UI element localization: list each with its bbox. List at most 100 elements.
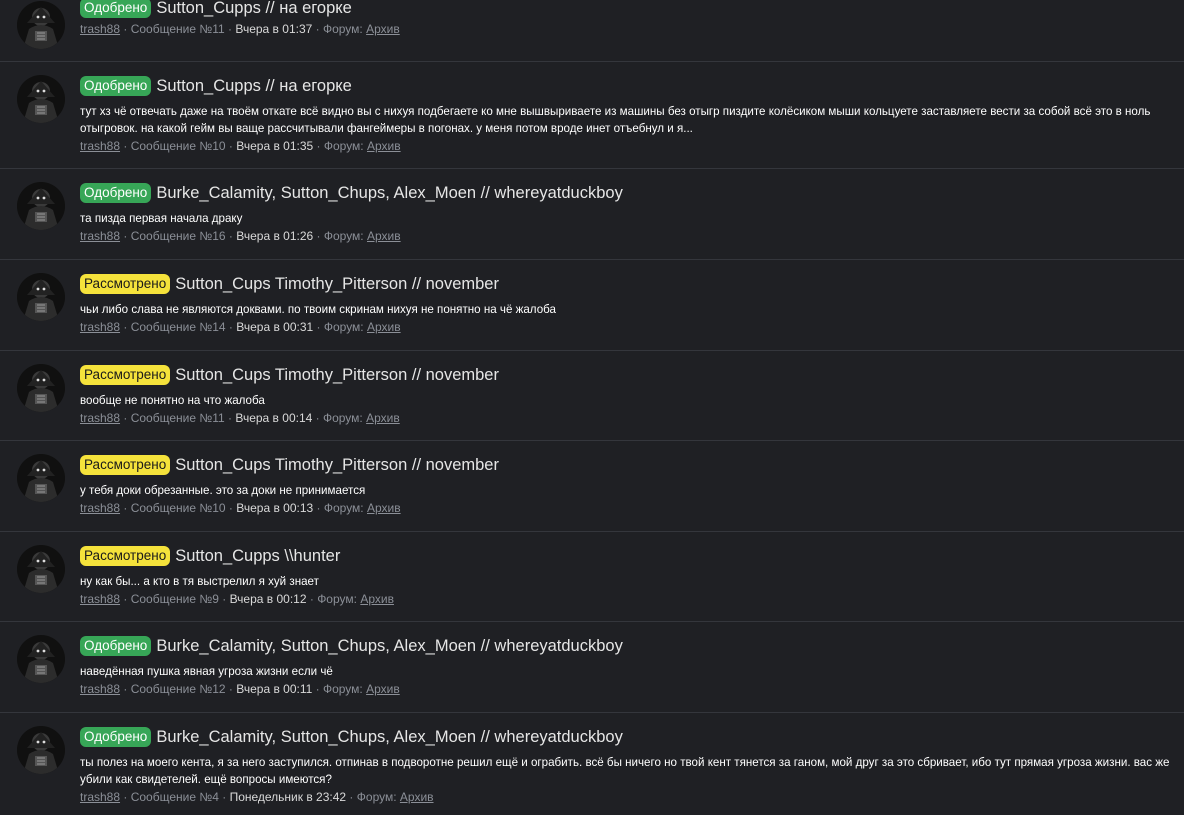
thread-title-link[interactable]: Sutton_Cups Timothy_Pitterson // novembe… [175,456,499,475]
thread-title-link[interactable]: Sutton_Cups Timothy_Pitterson // novembe… [175,275,499,294]
separator: · [224,411,236,425]
separator: · [225,682,237,696]
post-number: Сообщение №4 [130,790,219,804]
avatar[interactable] [17,545,65,593]
post-snippet: ну как бы... а кто в тя выстрелил я хуй … [80,575,319,588]
result-content: Одобрено Burke_Calamity, Sutton_Chups, Al… [80,725,1178,806]
thread-title-link[interactable]: Burke_Calamity, Sutton_Chups, Alex_Moen … [156,184,623,203]
thread-title-link[interactable]: Sutton_Cupps \\hunter [175,547,340,566]
separator: · [306,592,318,606]
post-snippet: та пизда первая начала драку [80,212,243,225]
result-content: Рассмотрено Sutton_Cups Timothy_Pitterson… [80,363,1178,427]
forum-label: Форум: [322,682,363,696]
title-row: Одобрено Burke_Calamity, Sutton_Chups, Al… [80,725,1178,749]
thread-title-link[interactable]: Sutton_Cups Timothy_Pitterson // novembe… [175,366,499,385]
avatar[interactable] [17,75,65,123]
post-snippet: тут хз чё отвечать даже на твоём откате … [80,105,1151,135]
forum-link[interactable]: Архив [367,229,401,243]
avatar[interactable] [17,182,65,230]
forum-link[interactable]: Архив [366,411,400,425]
list-item[interactable]: Одобрено Burke_Calamity, Sutton_Chups, Al… [0,713,1184,815]
post-meta: trash88 · Сообщение №10 · Вчера в 00:13 … [80,500,1178,517]
forum-label: Форум: [317,592,357,606]
list-item[interactable]: Одобрено Burke_Calamity, Sutton_Chups, Al… [0,169,1184,260]
author-link[interactable]: trash88 [80,790,120,804]
thread-title-link[interactable]: Burke_Calamity, Sutton_Chups, Alex_Moen … [156,637,623,656]
forum-label: Форум: [322,411,363,425]
avatar[interactable] [17,726,65,774]
avatar[interactable] [17,364,65,412]
separator: · [225,139,237,153]
separator: · [313,501,324,515]
avatar[interactable] [17,454,65,502]
post-meta: trash88 · Сообщение №10 · Вчера в 01:35 … [80,138,1178,155]
separator: · [313,320,324,334]
forum-link[interactable]: Архив [367,320,401,334]
title-row: Одобрено Burke_Calamity, Sutton_Chups, Al… [80,634,1178,658]
list-item[interactable]: Одобрено Burke_Calamity, Sutton_Chups, Al… [0,622,1184,713]
separator: · [313,229,324,243]
forum-link[interactable]: Архив [367,139,401,153]
forum-link[interactable]: Архив [367,501,401,515]
post-meta: trash88 · Сообщение №9 · Вчера в 00:12 ·… [80,591,1178,608]
forum-link[interactable]: Архив [400,790,434,804]
search-results-list: Одобрено Sutton_Cupps // на егорке trash88… [0,0,1184,815]
list-item[interactable]: Одобрено Sutton_Cupps // на егорке trash88… [0,0,1184,62]
title-row: Одобрено Sutton_Cupps // на егорке [80,74,1178,98]
author-link[interactable]: trash88 [80,682,120,696]
forum-label: Форум: [323,501,364,515]
author-link[interactable]: trash88 [80,22,120,36]
post-snippet: ты полез на моего кента, я за него засту… [80,756,1170,786]
post-number: Сообщение №16 [130,229,226,243]
separator: · [120,790,131,804]
author-link[interactable]: trash88 [80,229,120,243]
author-link[interactable]: trash88 [80,592,120,606]
thread-title-link[interactable]: Burke_Calamity, Sutton_Chups, Alex_Moen … [156,728,623,747]
post-date: Вчера в 01:26 [236,229,314,243]
avatar[interactable] [17,635,65,683]
thread-title-link[interactable]: Sutton_Cupps // на егорке [156,77,352,96]
separator: · [225,229,237,243]
list-item[interactable]: Рассмотрено Sutton_Cups Timothy_Pitterson… [0,351,1184,441]
post-number: Сообщение №10 [130,139,226,153]
post-number: Сообщение №12 [130,682,226,696]
forum-link[interactable]: Архив [366,682,400,696]
forum-label: Форум: [356,790,397,804]
forum-link[interactable]: Архив [366,22,400,36]
forum-link[interactable]: Архив [360,592,394,606]
author-link[interactable]: trash88 [80,501,120,515]
list-item[interactable]: Рассмотрено Sutton_Cupps \\hunter ну как б… [0,532,1184,622]
list-item[interactable]: Рассмотрено Sutton_Cups Timothy_Pitterson… [0,260,1184,351]
avatar[interactable] [17,1,65,49]
post-date: Вчера в 01:37 [235,22,313,36]
author-link[interactable]: trash88 [80,320,120,334]
separator: · [346,790,357,804]
post-meta: trash88 · Сообщение №14 · Вчера в 00:31 … [80,319,1178,336]
post-date: Вчера в 00:13 [236,501,314,515]
separator: · [218,592,230,606]
separator: · [218,790,230,804]
post-meta: trash88 · Сообщение №11 · Вчера в 01:37 … [80,21,1178,38]
status-badge: Рассмотрено [80,455,171,475]
list-item[interactable]: Рассмотрено Sutton_Cups Timothy_Pitterson… [0,441,1184,532]
thread-title-link[interactable]: Sutton_Cupps // на егорке [156,0,352,18]
result-content: Рассмотрено Sutton_Cups Timothy_Pitterson… [80,272,1178,336]
status-badge: Одобрено [80,636,152,656]
title-row: Одобрено Burke_Calamity, Sutton_Chups, Al… [80,181,1178,205]
list-item[interactable]: Одобрено Sutton_Cupps // на егорке тут хз … [0,62,1184,169]
separator: · [120,682,131,696]
author-link[interactable]: trash88 [80,139,120,153]
status-badge: Рассмотрено [80,546,171,566]
post-meta: trash88 · Сообщение №12 · Вчера в 00:11 … [80,681,1178,698]
author-link[interactable]: trash88 [80,411,120,425]
post-date: Вчера в 00:12 [229,592,307,606]
title-row: Рассмотрено Sutton_Cups Timothy_Pitterson… [80,272,1178,296]
separator: · [120,320,131,334]
avatar[interactable] [17,273,65,321]
separator: · [120,411,131,425]
separator: · [120,139,131,153]
forum-label: Форум: [323,320,364,334]
title-row: Рассмотрено Sutton_Cups Timothy_Pitterson… [80,453,1178,477]
separator: · [313,139,324,153]
post-snippet: вообще не понятно на что жалоба [80,394,265,407]
